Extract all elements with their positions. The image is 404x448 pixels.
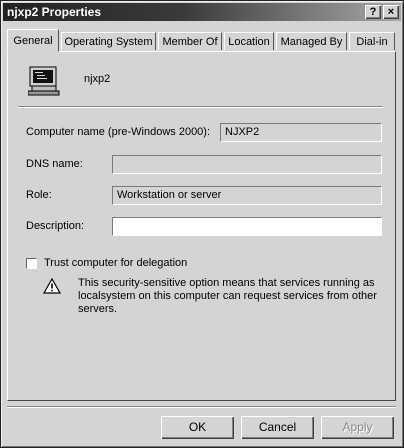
role-field: Workstation or server bbox=[112, 186, 382, 205]
delegation-warning-text: This security-sensitive option means tha… bbox=[78, 277, 377, 315]
dns-name-field bbox=[112, 155, 382, 174]
computer-name-field: NJXP2 bbox=[220, 123, 382, 142]
general-tab-panel: njxp2 Computer name (pre-Windows 2000): … bbox=[7, 51, 396, 401]
computer-icon bbox=[28, 66, 60, 96]
tab-general[interactable]: General bbox=[7, 29, 59, 52]
title-bar[interactable]: njxp2 Properties ? × bbox=[3, 3, 401, 21]
tab-member-of[interactable]: Member Of bbox=[158, 32, 222, 50]
apply-button[interactable]: Apply bbox=[321, 416, 394, 439]
window-title: njxp2 Properties bbox=[7, 5, 102, 19]
object-name: njxp2 bbox=[84, 73, 111, 85]
ok-button[interactable]: OK bbox=[161, 416, 234, 439]
close-button[interactable]: × bbox=[383, 5, 399, 19]
tab-dial-in[interactable]: Dial-in bbox=[349, 32, 395, 50]
description-label: Description: bbox=[26, 220, 85, 232]
role-label: Role: bbox=[26, 189, 52, 201]
cancel-button[interactable]: Cancel bbox=[241, 416, 314, 439]
trust-delegation-label[interactable]: Trust computer for delegation bbox=[44, 257, 187, 269]
help-button[interactable]: ? bbox=[365, 5, 381, 19]
tab-strip: General Operating System Member Of Locat… bbox=[7, 29, 397, 53]
tab-managed-by[interactable]: Managed By bbox=[276, 32, 347, 50]
button-separator bbox=[7, 406, 396, 408]
tab-location[interactable]: Location bbox=[224, 32, 274, 50]
dns-name-label: DNS name: bbox=[26, 158, 83, 170]
computer-name-label: Computer name (pre-Windows 2000): bbox=[26, 126, 211, 138]
header-separator bbox=[18, 106, 383, 108]
description-input[interactable] bbox=[112, 217, 382, 236]
warning-icon bbox=[43, 278, 61, 294]
properties-dialog: njxp2 Properties ? × General Operating S… bbox=[0, 0, 404, 448]
trust-delegation-checkbox[interactable] bbox=[26, 258, 37, 269]
tab-operating-system[interactable]: Operating System bbox=[61, 32, 156, 50]
